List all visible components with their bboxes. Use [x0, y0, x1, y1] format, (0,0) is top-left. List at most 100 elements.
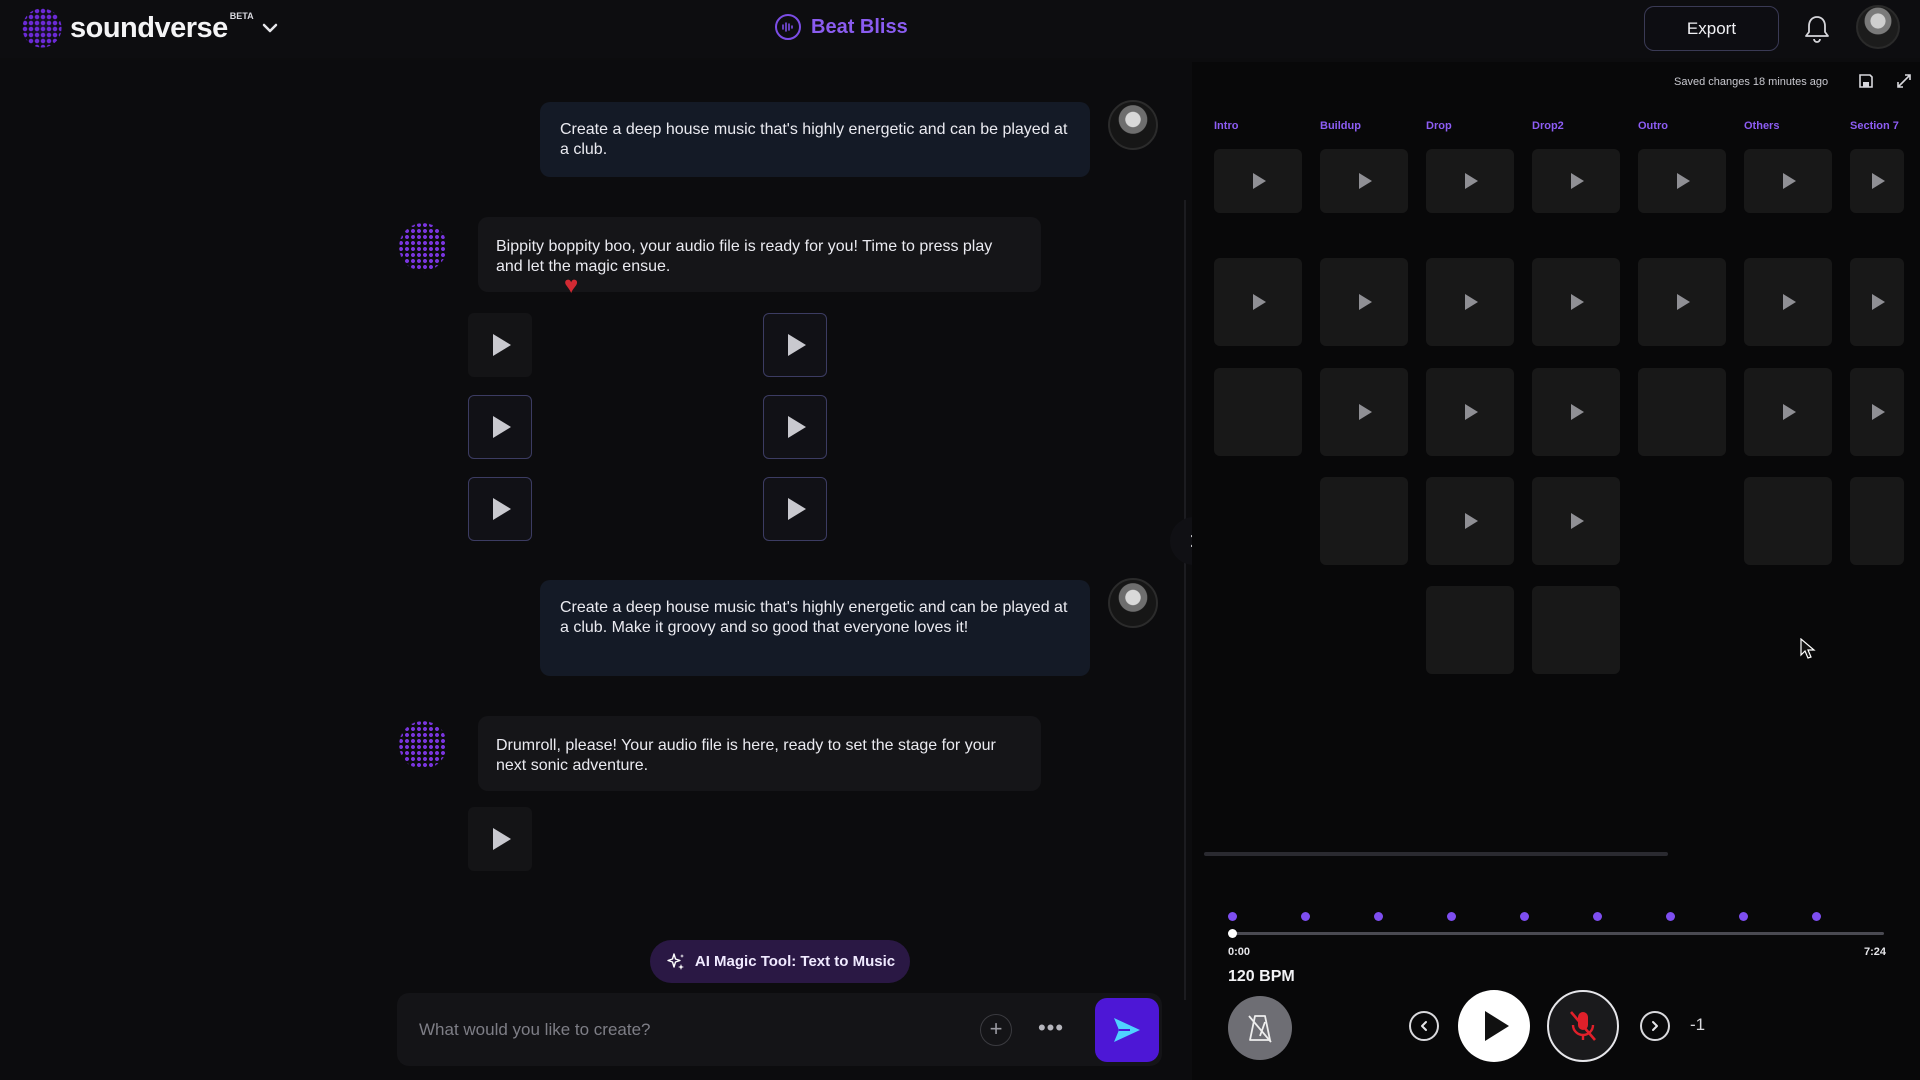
horizontal-scrollbar[interactable] — [1204, 852, 1668, 856]
metronome-button[interactable] — [1228, 996, 1292, 1060]
section-marker[interactable] — [1739, 912, 1748, 921]
empty-track-cell[interactable] — [1426, 586, 1514, 674]
previous-section-button[interactable] — [1409, 1011, 1439, 1041]
empty-track-cell[interactable] — [1744, 477, 1832, 565]
audio-clip-play-button[interactable] — [763, 395, 827, 459]
track-cell[interactable] — [1850, 258, 1904, 346]
play-icon — [493, 828, 511, 850]
track-cell[interactable] — [1214, 258, 1302, 346]
mute-button[interactable] — [1547, 990, 1619, 1062]
empty-track-cell[interactable] — [1320, 477, 1408, 565]
track-cell[interactable] — [1850, 149, 1904, 213]
save-icon[interactable] — [1858, 73, 1874, 89]
play-icon — [493, 498, 511, 520]
progress-knob[interactable] — [1228, 929, 1237, 938]
track-cell[interactable] — [1426, 477, 1514, 565]
chevron-down-icon[interactable] — [262, 20, 278, 36]
section-marker[interactable] — [1447, 912, 1456, 921]
fullscreen-icon[interactable] — [1896, 73, 1912, 89]
play-icon — [1359, 404, 1372, 420]
user-avatar[interactable] — [1856, 5, 1900, 49]
section-marker[interactable] — [1593, 912, 1602, 921]
play-icon — [1571, 404, 1584, 420]
track-cell[interactable] — [1320, 149, 1408, 213]
track-cell[interactable] — [1638, 258, 1726, 346]
play-icon — [1465, 294, 1478, 310]
audio-clip-play-button[interactable] — [763, 477, 827, 541]
section-marker[interactable] — [1666, 912, 1675, 921]
waveform-icon — [775, 14, 801, 40]
play-icon — [1677, 173, 1690, 189]
play-icon — [1465, 513, 1478, 529]
audio-clip-play-button[interactable] — [468, 807, 532, 871]
chat-panel — [0, 58, 1185, 1080]
play-icon — [788, 416, 806, 438]
audio-clip-play-button[interactable] — [468, 313, 532, 377]
track-cell[interactable] — [1850, 368, 1904, 456]
empty-track-cell[interactable] — [1532, 586, 1620, 674]
track-cell[interactable] — [1638, 149, 1726, 213]
track-cell[interactable] — [1426, 258, 1514, 346]
transpose-offset[interactable]: -1 — [1690, 1015, 1705, 1035]
track-cell[interactable] — [1744, 149, 1832, 213]
sparkles-icon — [667, 952, 684, 970]
track-cell[interactable] — [1426, 149, 1514, 213]
track-cell[interactable] — [1532, 368, 1620, 456]
microphone-muted-icon — [1570, 1011, 1596, 1041]
magic-tool-label: AI Magic Tool: Text to Music — [694, 953, 896, 970]
section-label-buildup[interactable]: Buildup — [1320, 120, 1361, 132]
section-label-outro[interactable]: Outro — [1638, 120, 1668, 132]
play-icon — [1872, 404, 1885, 420]
more-options-icon[interactable]: ••• — [1031, 1015, 1071, 1045]
empty-track-cell[interactable] — [1214, 368, 1302, 456]
play-icon — [1677, 294, 1690, 310]
play-button[interactable] — [1458, 990, 1530, 1062]
track-cell[interactable] — [1320, 368, 1408, 456]
user-avatar — [1108, 578, 1158, 628]
section-marker[interactable] — [1228, 912, 1237, 921]
section-label-others[interactable]: Others — [1744, 120, 1779, 132]
prompt-input[interactable] — [419, 1015, 939, 1045]
section-marker[interactable] — [1812, 912, 1821, 921]
track-cell[interactable] — [1426, 368, 1514, 456]
track-cell[interactable] — [1532, 258, 1620, 346]
track-cell[interactable] — [1320, 258, 1408, 346]
play-icon — [1571, 173, 1584, 189]
soundverse-bot-avatar — [398, 720, 448, 770]
soundverse-bot-avatar — [398, 222, 448, 272]
assistant-message: Bippity boppity boo, your audio file is … — [478, 217, 1041, 292]
play-icon — [1783, 404, 1796, 420]
export-button[interactable]: Export — [1644, 6, 1779, 51]
section-marker[interactable] — [1301, 912, 1310, 921]
section-label-drop2[interactable]: Drop2 — [1532, 120, 1564, 132]
audio-clip-play-button[interactable] — [763, 313, 827, 377]
track-cell[interactable] — [1214, 149, 1302, 213]
playback-progress-bar[interactable] — [1228, 929, 1884, 938]
mouse-cursor-icon — [1800, 638, 1816, 659]
top-bar: soundverse BETA Beat Bliss Export — [0, 0, 1920, 58]
track-cell[interactable] — [1532, 149, 1620, 213]
empty-track-cell[interactable] — [1638, 368, 1726, 456]
user-avatar — [1108, 100, 1158, 150]
save-status: Saved changes 18 minutes ago — [1674, 76, 1829, 88]
section-label-drop[interactable]: Drop — [1426, 120, 1452, 132]
play-icon — [1485, 1011, 1509, 1041]
section-label-intro[interactable]: Intro — [1214, 120, 1238, 132]
ai-magic-tool-chip[interactable]: AI Magic Tool: Text to Music — [650, 940, 910, 983]
track-cell[interactable] — [1744, 368, 1832, 456]
track-cell[interactable] — [1532, 477, 1620, 565]
audio-clip-play-button[interactable] — [468, 477, 532, 541]
audio-clip-play-button[interactable] — [468, 395, 532, 459]
send-button[interactable] — [1095, 998, 1159, 1062]
section-marker[interactable] — [1520, 912, 1529, 921]
track-cell[interactable] — [1744, 258, 1832, 346]
bell-icon[interactable] — [1800, 12, 1834, 46]
heart-icon[interactable]: ♥ — [564, 274, 588, 298]
section-label-section-7[interactable]: Section 7 — [1850, 120, 1899, 132]
empty-track-cell[interactable] — [1850, 477, 1904, 565]
play-icon — [1253, 173, 1266, 189]
next-section-button[interactable] — [1640, 1011, 1670, 1041]
add-attachment-button[interactable]: + — [980, 1014, 1012, 1046]
section-marker[interactable] — [1374, 912, 1383, 921]
brand-logo[interactable]: soundverse BETA — [22, 8, 260, 48]
